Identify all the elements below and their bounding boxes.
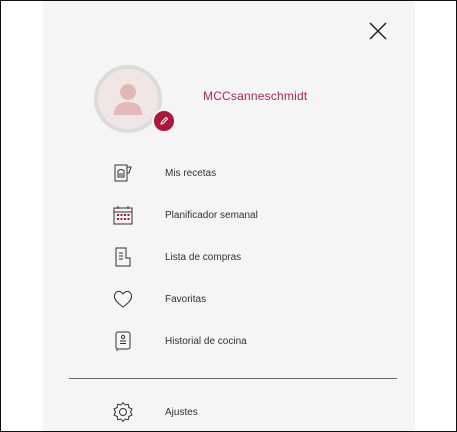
menu-item-mis-recetas[interactable]: Mis recetas <box>111 159 381 187</box>
menu-item-planificador-semanal[interactable]: Planificador semanal <box>111 201 381 229</box>
profile-avatar-group[interactable] <box>94 65 176 133</box>
shopping-list-icon <box>111 245 135 269</box>
pencil-icon <box>160 116 169 125</box>
menu-item-historial-de-cocina[interactable]: Historial de cocina <box>111 327 381 355</box>
username[interactable]: MCCsanneschmidt <box>203 89 307 103</box>
menu-divider <box>69 378 397 379</box>
edit-profile-button[interactable] <box>152 109 176 133</box>
cooking-history-icon <box>111 329 135 353</box>
heart-icon <box>111 287 135 311</box>
menu-item-label: Historial de cocina <box>165 335 247 347</box>
menu-item-label: Mis recetas <box>165 167 217 179</box>
app-frame: MCCsanneschmidt Mis recetas Planificador… <box>0 0 457 432</box>
recipe-jar-icon <box>111 161 135 185</box>
close-button[interactable] <box>366 19 390 43</box>
menu-item-lista-de-compras[interactable]: Lista de compras <box>111 243 381 271</box>
user-silhouette-icon <box>114 84 142 115</box>
gear-icon <box>111 400 135 424</box>
close-icon <box>369 22 387 40</box>
menu-item-favoritas[interactable]: Favoritas <box>111 285 381 313</box>
menu-item-label: Ajustes <box>165 406 198 418</box>
menu-item-label: Planificador semanal <box>165 209 258 221</box>
menu-item-ajustes[interactable]: Ajustes <box>111 398 381 426</box>
menu-item-label: Favoritas <box>165 293 207 305</box>
calendar-icon <box>111 203 135 227</box>
side-menu-panel: MCCsanneschmidt Mis recetas Planificador… <box>43 1 415 431</box>
menu-item-label: Lista de compras <box>165 251 242 263</box>
